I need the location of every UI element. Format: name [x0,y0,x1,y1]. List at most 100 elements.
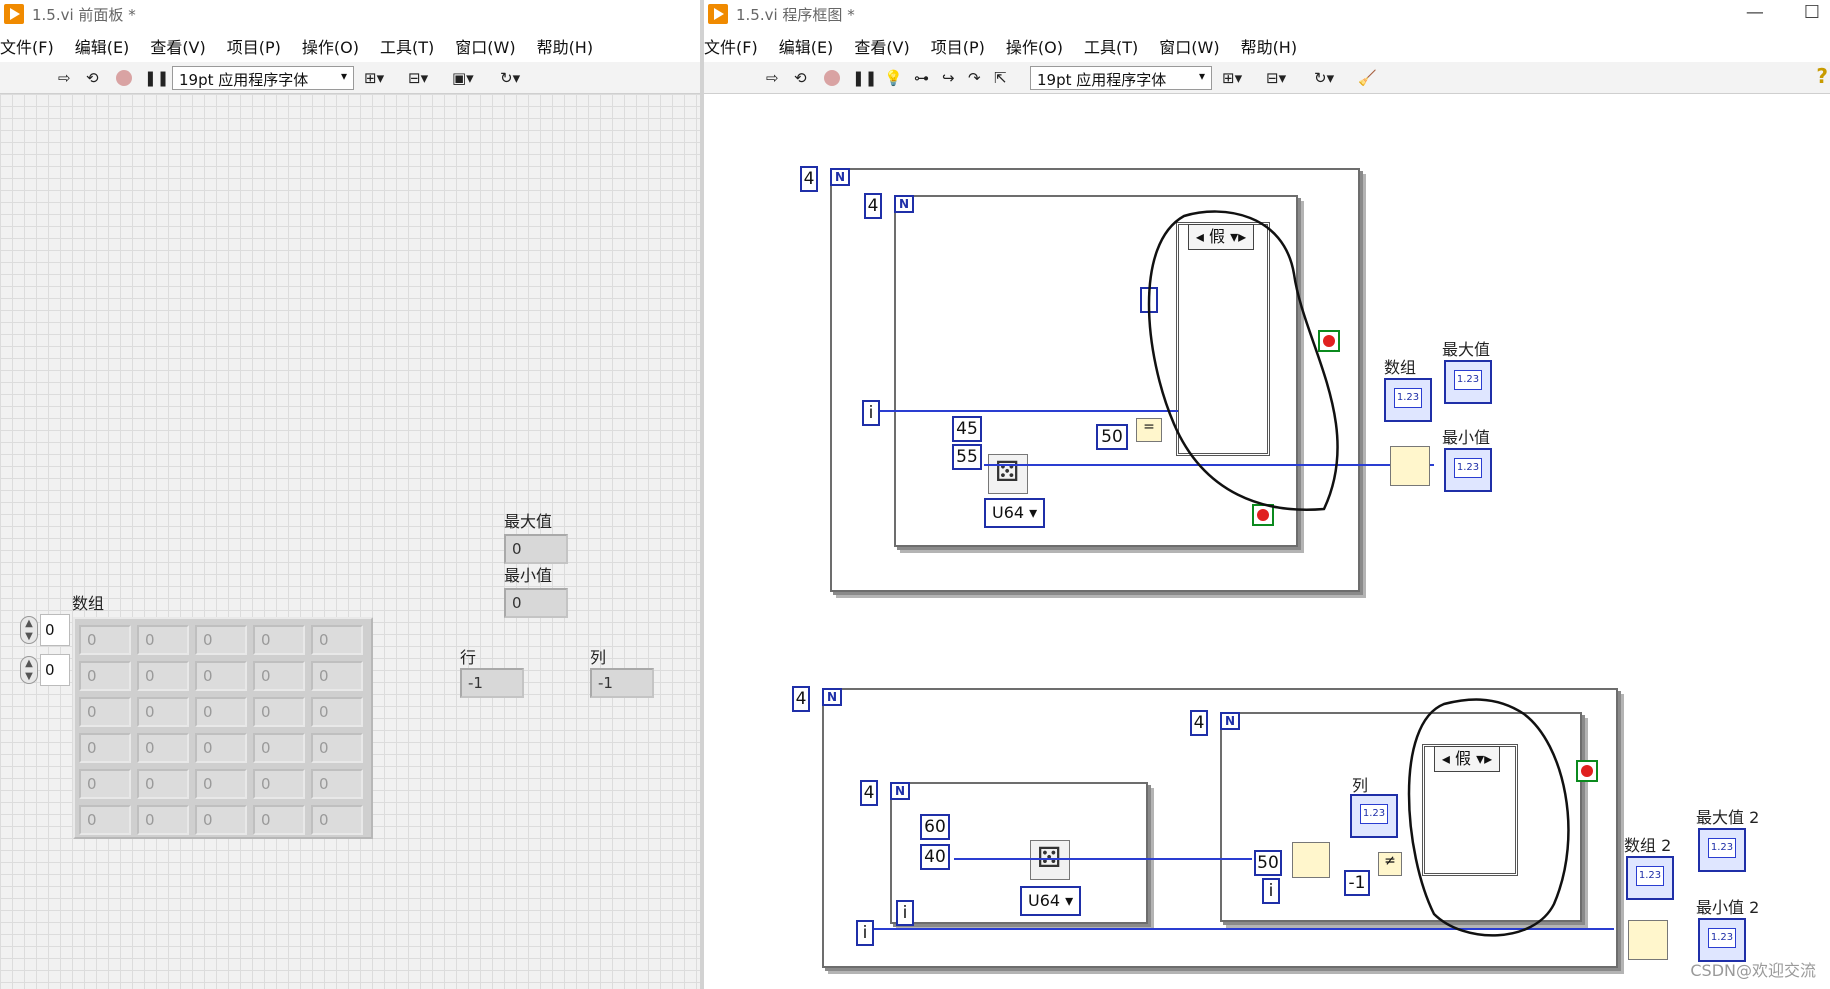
block-diagram-canvas[interactable]: 4 N 4 N i i ◂ 假 ▾▸ 45 55 50 = U64 ▾ 数组 1… [704,94,1830,989]
menu-project[interactable]: 项目(P) [227,34,281,58]
run-arrow-icon[interactable]: ⇨ [766,67,779,89]
array-cell[interactable]: 0 [311,805,363,835]
block-diagram-titlebar[interactable]: 1.5.vi 程序框图 * — ☐ [704,0,1830,28]
block-diagram-toolbar: ⇨ ⟲ ❚❚ 💡 ⊶ ↪ ↷ ⇱ 19pt 应用程序字体 ⊞▾ ⊟▾ ↻▾ 🧹 [704,62,1830,94]
run-continuous-icon[interactable]: ⟲ [794,67,807,89]
min-label: 最小值 [504,566,553,585]
maximize-icon[interactable]: ☐ [1804,2,1820,23]
index-value[interactable]: 0 [40,654,70,686]
menu-tools[interactable]: 工具(T) [380,34,434,58]
front-panel-titlebar[interactable]: 1.5.vi 前面板 * [0,0,700,28]
menu-view[interactable]: 查看(V) [854,34,909,58]
array-cell[interactable]: 0 [137,733,189,763]
array-cell[interactable]: 0 [311,697,363,727]
run-continuous-icon[interactable]: ⟲ [86,67,99,89]
array-cell[interactable]: 0 [137,625,189,655]
menu-window[interactable]: 窗口(W) [1159,34,1219,58]
array-control[interactable]: 0 0 0 0 0 0 0 0 0 0 0 0 0 0 0 0 0 0 0 0 … [73,617,373,839]
cleanup-icon[interactable]: 🧹 [1358,67,1377,89]
menu-edit[interactable]: 编辑(E) [75,34,130,58]
menu-file[interactable]: 文件(F) [0,34,54,58]
pause-icon[interactable]: ❚❚ [852,67,877,89]
array-cell[interactable]: 0 [253,697,305,727]
step-over-icon[interactable]: ↷ [968,67,981,89]
hand-drawn-circle-bottom [1407,698,1570,937]
array-cell[interactable]: 0 [137,697,189,727]
window-title: 1.5.vi 程序框图 * [736,5,855,24]
index-spinner[interactable]: ▲ ▼ [20,616,38,644]
array-cell[interactable]: 0 [137,661,189,691]
array-label: 数组 [72,594,105,613]
help-icon[interactable]: ? [1816,64,1828,88]
retain-wire-icon[interactable]: ⊶ [914,67,929,89]
menu-bar: 文件(F) 编辑(E) 查看(V) 项目(P) 操作(O) 工具(T) 窗口(W… [0,32,700,60]
menu-edit[interactable]: 编辑(E) [779,34,834,58]
highlight-bulb-icon[interactable]: 💡 [884,67,903,89]
step-out-icon[interactable]: ⇱ [994,67,1007,89]
array-cell[interactable]: 0 [79,661,131,691]
array-cell[interactable]: 0 [253,733,305,763]
align-icon[interactable]: ⊞▾ [1222,67,1242,89]
menu-tools[interactable]: 工具(T) [1084,34,1138,58]
run-arrow-icon[interactable]: ⇨ [58,67,71,89]
array-cell[interactable]: 0 [253,769,305,799]
array-cell[interactable]: 0 [195,733,247,763]
array-cell[interactable]: 0 [253,625,305,655]
pause-icon[interactable]: ❚❚ [144,67,169,89]
array-cell[interactable]: 0 [137,805,189,835]
index-value[interactable]: 0 [40,614,70,646]
array-cell[interactable]: 0 [195,697,247,727]
array-cell[interactable]: 0 [195,805,247,835]
menu-bar: 文件(F) 编辑(E) 查看(V) 项目(P) 操作(O) 工具(T) 窗口(W… [704,32,1830,60]
window-controls[interactable]: — ☐ [1706,2,1820,23]
col-indicator: -1 [590,668,654,698]
array-cell[interactable]: 0 [195,625,247,655]
array-cell[interactable]: 0 [253,661,305,691]
array-index-1[interactable]: ▲ ▼ 0 [20,654,72,686]
reorder-icon[interactable]: ↻▾ [1314,67,1334,89]
menu-project[interactable]: 项目(P) [931,34,985,58]
abort-icon[interactable] [824,67,840,89]
block-diagram-window: 1.5.vi 程序框图 * — ☐ 文件(F) 编辑(E) 查看(V) 项目(P)… [704,0,1830,989]
resize-icon[interactable]: ▣▾ [452,67,474,89]
align-icon[interactable]: ⊞▾ [364,67,384,89]
font-select[interactable]: 19pt 应用程序字体 [1030,66,1212,90]
reorder-icon[interactable]: ↻▾ [500,67,520,89]
row-indicator: -1 [460,668,524,698]
max-label: 最大值 [504,512,553,531]
array-cell[interactable]: 0 [137,769,189,799]
array-cell[interactable]: 0 [79,733,131,763]
menu-window[interactable]: 窗口(W) [455,34,515,58]
front-panel-toolbar: ⇨ ⟲ ❚❚ 19pt 应用程序字体 ⊞▾ ⊟▾ ▣▾ ↻▾ [0,62,700,94]
menu-help[interactable]: 帮助(H) [1241,34,1298,58]
minimize-icon[interactable]: — [1746,2,1764,23]
font-select[interactable]: 19pt 应用程序字体 [172,66,354,90]
array-cell[interactable]: 0 [311,733,363,763]
array-cell[interactable]: 0 [79,805,131,835]
array-cell[interactable]: 0 [311,769,363,799]
array-cell[interactable]: 0 [311,661,363,691]
col-label: 列 [590,648,607,667]
min-indicator: 0 [504,588,568,618]
array-cell[interactable]: 0 [253,805,305,835]
array-cell[interactable]: 0 [79,697,131,727]
array-cell[interactable]: 0 [195,661,247,691]
array-index-0[interactable]: ▲ ▼ 0 [20,614,72,646]
array-cell[interactable]: 0 [79,769,131,799]
menu-operate[interactable]: 操作(O) [302,34,359,58]
hand-drawn-annotation [1147,210,1570,937]
distribute-icon[interactable]: ⊟▾ [408,67,428,89]
menu-help[interactable]: 帮助(H) [537,34,594,58]
step-into-icon[interactable]: ↪ [942,67,955,89]
distribute-icon[interactable]: ⊟▾ [1266,67,1286,89]
menu-file[interactable]: 文件(F) [704,34,758,58]
index-spinner[interactable]: ▲ ▼ [20,656,38,684]
array-cell[interactable]: 0 [311,625,363,655]
array-cell[interactable]: 0 [195,769,247,799]
array-cell[interactable]: 0 [79,625,131,655]
front-panel-canvas[interactable]: 数组 ▲ ▼ 0 ▲ ▼ 0 0 0 0 0 0 0 0 0 0 0 0 0 0 0… [0,94,700,989]
row-label: 行 [460,648,477,667]
menu-view[interactable]: 查看(V) [150,34,205,58]
menu-operate[interactable]: 操作(O) [1006,34,1063,58]
abort-icon[interactable] [116,67,132,89]
